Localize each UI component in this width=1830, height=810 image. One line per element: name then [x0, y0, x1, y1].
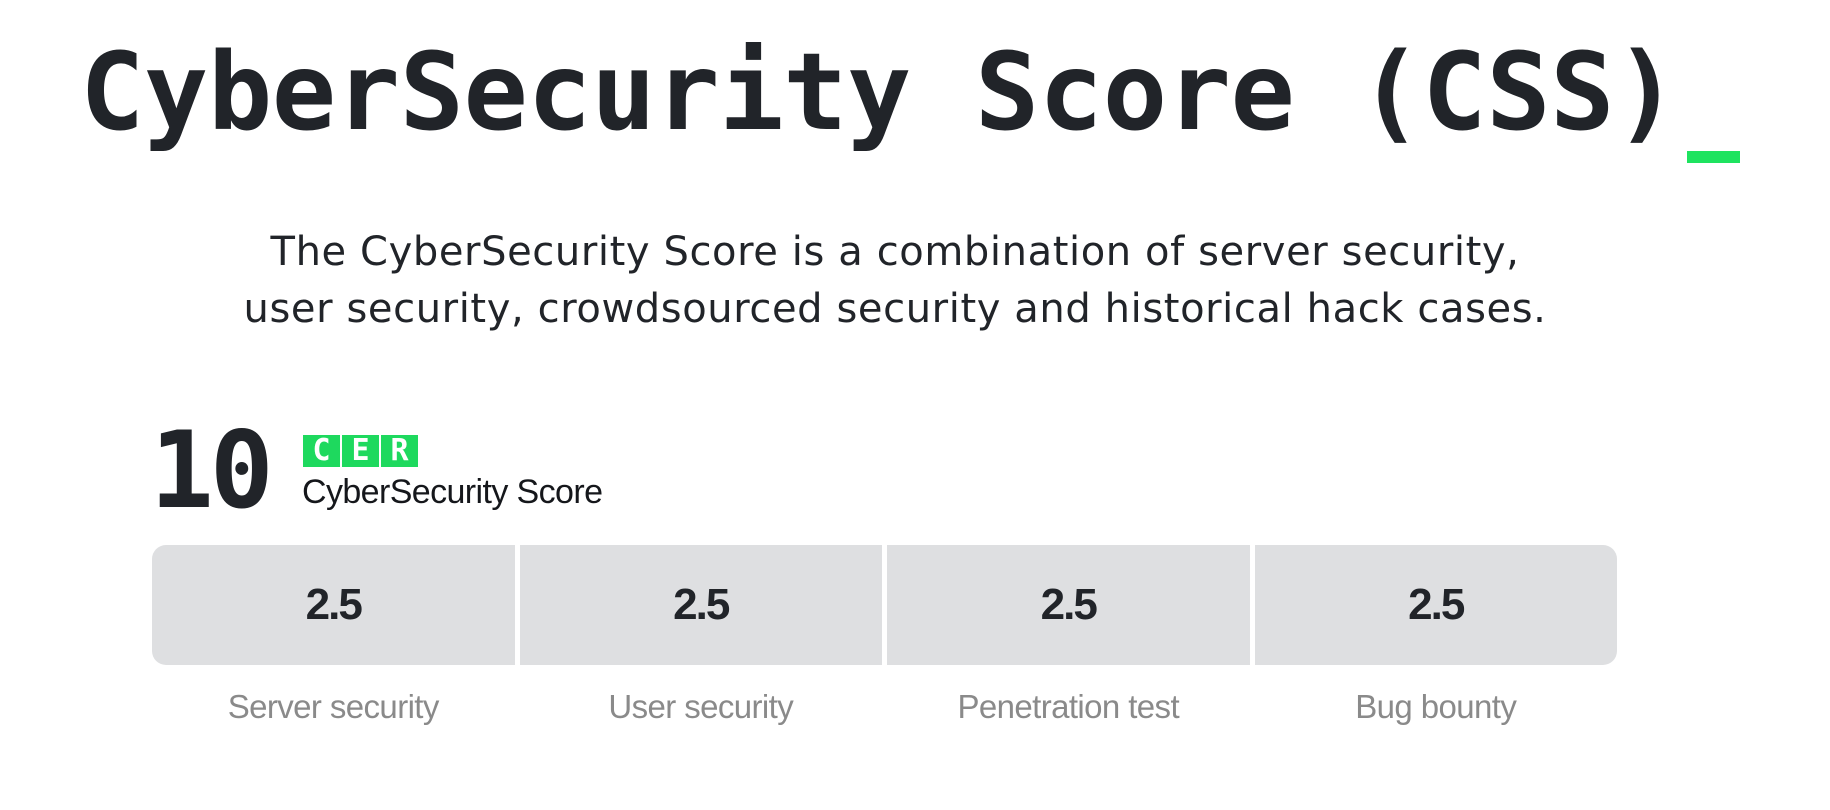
total-score-value: 10 [150, 409, 274, 532]
cer-logo-letter-r: R [381, 435, 418, 467]
metric-value: 2.5 [887, 545, 1250, 665]
metric-label: Bug bounty [1355, 688, 1517, 725]
score-breakdown: 2.5 Server security 2.5 User security 2.… [152, 545, 1617, 727]
metric-user-security: 2.5 User security [519, 545, 882, 727]
cer-logo-letter-c: C [303, 435, 340, 467]
total-score-label: CyberSecurity Score [302, 473, 603, 511]
metric-value: 2.5 [152, 545, 515, 665]
cer-logo: C E R [303, 435, 418, 467]
page-description: The CyberSecurity Score is a combination… [0, 224, 1790, 338]
page-title: CyberSecurity Score (CSS) [80, 31, 1679, 155]
metric-server-security: 2.5 Server security [152, 545, 515, 727]
metric-penetration-test: 2.5 Penetration test [887, 545, 1250, 727]
description-line-2: user security, crowdsourced security and… [243, 286, 1547, 332]
cer-logo-letter-e: E [342, 435, 379, 467]
metric-bug-bounty: 2.5 Bug bounty [1254, 545, 1617, 727]
blinking-cursor [1687, 151, 1740, 163]
metric-value: 2.5 [1254, 545, 1617, 665]
description-line-1: The CyberSecurity Score is a combination… [270, 229, 1520, 275]
metric-label: Server security [227, 688, 440, 725]
metric-label: User security [608, 688, 794, 725]
metric-value: 2.5 [519, 545, 882, 665]
metric-label: Penetration test [957, 688, 1180, 725]
